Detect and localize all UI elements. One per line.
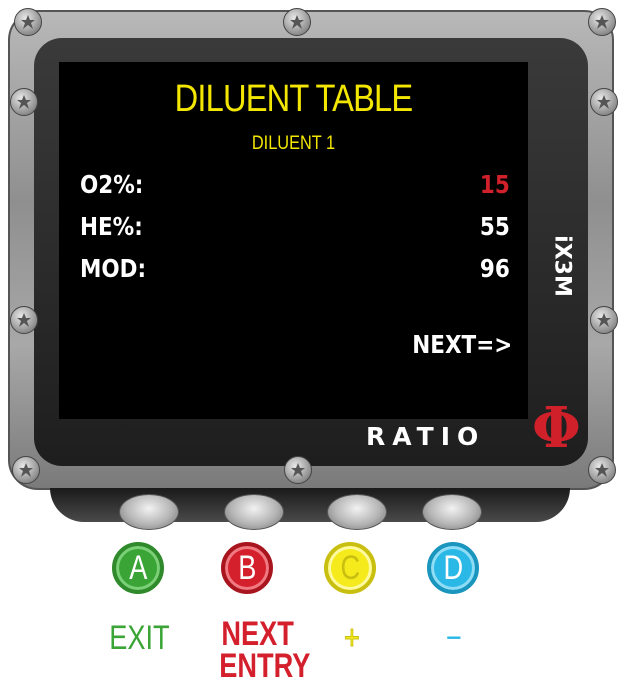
mod-value: 96 bbox=[480, 254, 510, 283]
screw-icon bbox=[10, 306, 38, 334]
screw-icon bbox=[283, 8, 311, 36]
screen-subtitle: DILUENT 1 bbox=[251, 133, 336, 154]
screw-icon bbox=[10, 88, 38, 116]
next-link[interactable]: NEXT=> bbox=[412, 330, 512, 359]
brand-label: RATIO bbox=[366, 422, 486, 451]
screen-title: DILUENT TABLE bbox=[174, 78, 414, 120]
button-d-action: − bbox=[446, 619, 462, 657]
phi-logo-icon: Φ bbox=[532, 395, 581, 461]
he-label: HE%: bbox=[80, 212, 143, 241]
button-b-badge: B bbox=[221, 542, 273, 594]
hardware-button-d[interactable] bbox=[422, 494, 482, 530]
button-b-action: NEXT ENTRY bbox=[219, 615, 311, 685]
button-a-action: EXIT bbox=[109, 619, 170, 657]
o2-label: O2%: bbox=[80, 170, 144, 199]
o2-value[interactable]: 15 bbox=[480, 170, 510, 199]
button-c-badge: C bbox=[324, 542, 376, 594]
screw-icon bbox=[14, 8, 42, 36]
button-d-badge: D bbox=[427, 542, 479, 594]
button-c-action: + bbox=[344, 619, 361, 657]
screw-icon bbox=[590, 88, 618, 116]
screw-icon bbox=[588, 456, 616, 484]
screw-icon bbox=[284, 456, 312, 484]
mod-label: MOD: bbox=[80, 254, 147, 283]
hardware-button-a[interactable] bbox=[119, 494, 179, 530]
model-label: iX3M bbox=[549, 235, 575, 297]
screw-icon bbox=[12, 456, 40, 484]
screw-icon bbox=[588, 8, 616, 36]
he-value[interactable]: 55 bbox=[480, 212, 510, 241]
screw-icon bbox=[590, 306, 618, 334]
button-a-badge: A bbox=[112, 542, 164, 594]
hardware-button-b[interactable] bbox=[224, 494, 284, 530]
hardware-button-c[interactable] bbox=[327, 494, 387, 530]
